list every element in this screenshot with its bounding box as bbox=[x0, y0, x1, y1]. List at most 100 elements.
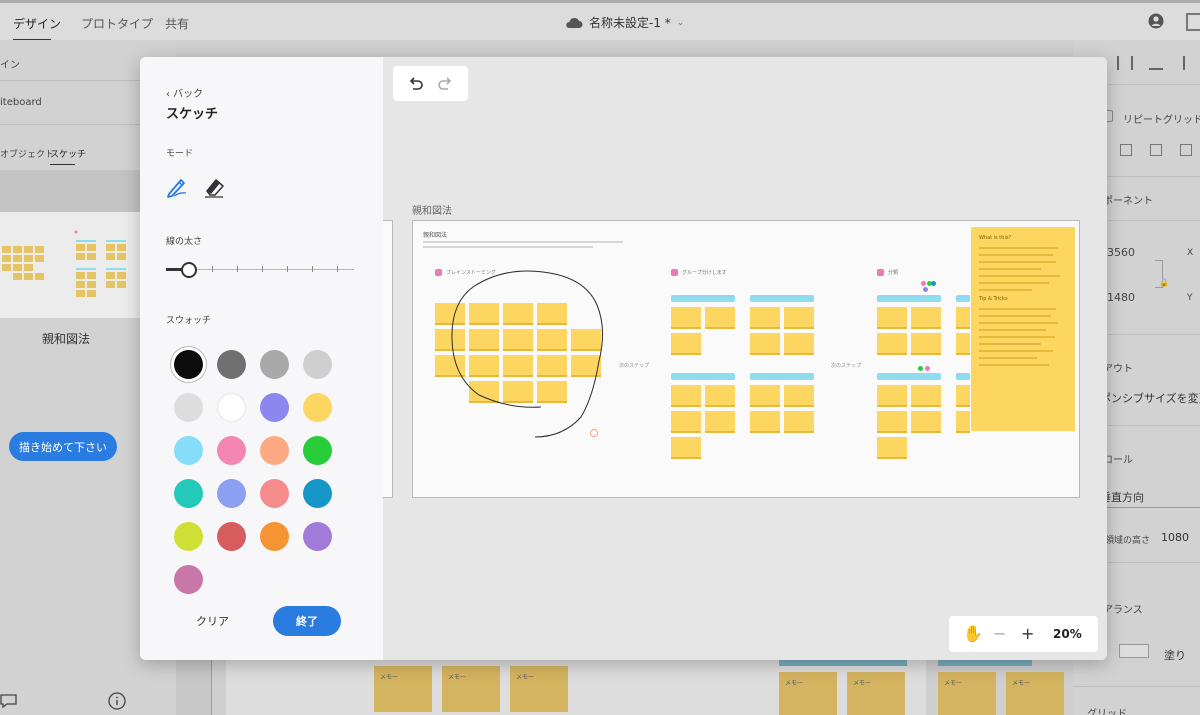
slider-tick bbox=[262, 266, 263, 272]
boolean-subtract-icon[interactable] bbox=[1150, 144, 1162, 156]
y-position-value[interactable]: 1480 bbox=[1107, 291, 1135, 304]
tab-underline bbox=[50, 164, 75, 165]
bg-sticky-note: メモー bbox=[374, 666, 432, 712]
eraser-icon[interactable] bbox=[201, 174, 227, 200]
undo-icon[interactable] bbox=[408, 76, 424, 90]
align-center-icon[interactable] bbox=[1117, 56, 1133, 70]
bg-artboard-edge bbox=[176, 658, 212, 715]
color-swatch[interactable] bbox=[260, 393, 289, 422]
fill-color-swatch[interactable] bbox=[1119, 644, 1149, 658]
zoom-in-icon[interactable]: + bbox=[1021, 624, 1034, 643]
bg-group-bar bbox=[938, 660, 1032, 666]
color-swatch[interactable] bbox=[260, 479, 289, 508]
layout-section-title: アウト bbox=[1103, 364, 1133, 375]
slider-tick bbox=[237, 266, 238, 272]
color-swatch[interactable] bbox=[303, 479, 332, 508]
boolean-intersect-icon[interactable] bbox=[1180, 144, 1192, 156]
viewport-height-value[interactable]: 1080 bbox=[1161, 531, 1189, 544]
color-swatch[interactable] bbox=[217, 393, 246, 422]
tab-prototype[interactable]: プロトタイプ bbox=[81, 15, 153, 32]
color-swatch[interactable] bbox=[174, 393, 203, 422]
appearance-section-title: アランス bbox=[1103, 605, 1143, 616]
done-button[interactable]: 終了 bbox=[273, 606, 341, 636]
x-position-label: X bbox=[1187, 248, 1194, 258]
color-swatch[interactable] bbox=[174, 350, 203, 379]
clear-button[interactable]: クリア bbox=[196, 613, 229, 629]
color-swatch[interactable] bbox=[174, 479, 203, 508]
slider-thumb[interactable] bbox=[181, 262, 197, 278]
bg-sticky-note: メモー bbox=[1006, 672, 1064, 715]
tab-share[interactable]: 共有 bbox=[165, 15, 189, 32]
zoom-controls: ✋ − + 20% bbox=[949, 616, 1098, 652]
artboard-name: 親和図法 bbox=[42, 332, 91, 346]
bg-sticky-note: メモー bbox=[510, 666, 568, 712]
color-swatch[interactable] bbox=[303, 522, 332, 551]
bg-sticky-note: メモー bbox=[779, 672, 837, 715]
responsive-resize-toggle[interactable]: ポンシブサイズを変更 bbox=[1100, 390, 1200, 406]
pen-icon[interactable] bbox=[164, 174, 190, 200]
grid-section-title: グリッド bbox=[1087, 709, 1127, 715]
stroke-width-slider[interactable] bbox=[166, 262, 356, 278]
back-link[interactable]: ‹ バック bbox=[166, 85, 203, 100]
artboard-thumbnail[interactable] bbox=[0, 212, 140, 318]
fill-label: 塗り bbox=[1164, 649, 1186, 662]
panel-title: スケッチ bbox=[166, 107, 219, 122]
user-icon[interactable] bbox=[1148, 13, 1164, 29]
color-swatch[interactable] bbox=[174, 436, 203, 465]
chevron-down-icon: ⌄ bbox=[676, 17, 685, 28]
color-swatch[interactable] bbox=[303, 393, 332, 422]
mode-label: モード bbox=[166, 149, 194, 159]
viewport-height-label: 領域の高さ bbox=[1105, 536, 1151, 546]
redo-icon[interactable] bbox=[437, 76, 453, 90]
document-title[interactable]: 名称未設定-1 * ⌄ bbox=[565, 14, 684, 31]
color-swatch[interactable] bbox=[217, 522, 246, 551]
lock-icon[interactable]: 🔒 bbox=[1159, 278, 1169, 287]
component-section-title: ポーネント bbox=[1103, 196, 1153, 207]
cloud-icon bbox=[566, 17, 583, 28]
sketch-tools-panel: ‹ バック スケッチ モード 線の太さ スウォッチ クリア 終了 bbox=[140, 57, 383, 660]
thumbnail-preview bbox=[2, 230, 126, 297]
sketch-modal: ‹ バック スケッチ モード 線の太さ スウォッチ クリア 終了 親和図法 親和… bbox=[140, 57, 1107, 660]
top-bar: デザイン プロトタイプ 共有 名称未設定-1 * ⌄ bbox=[0, 0, 1200, 41]
panel-toggle-icon[interactable] bbox=[1186, 13, 1200, 31]
stroke-width-label: 線の太さ bbox=[166, 237, 203, 247]
tab-design[interactable]: デザイン bbox=[13, 15, 61, 32]
zoom-level[interactable]: 20% bbox=[1053, 627, 1082, 641]
slider-tick bbox=[337, 266, 338, 272]
color-swatch[interactable] bbox=[174, 522, 203, 551]
comment-icon[interactable] bbox=[0, 692, 18, 710]
align-bottom-icon[interactable] bbox=[1149, 56, 1163, 70]
divider bbox=[1073, 686, 1200, 687]
color-swatch[interactable] bbox=[217, 350, 246, 379]
start-drawing-button[interactable]: 描き始めて下さい bbox=[9, 432, 117, 461]
color-swatch[interactable] bbox=[303, 350, 332, 379]
slider-tick bbox=[312, 266, 313, 272]
bg-sticky-note: メモー bbox=[442, 666, 500, 712]
artboard-label[interactable]: 親和図法 bbox=[412, 202, 452, 217]
info-icon[interactable] bbox=[108, 692, 126, 710]
repeat-grid-button[interactable]: リピートグリッド bbox=[1123, 111, 1200, 126]
color-swatch[interactable] bbox=[260, 350, 289, 379]
color-swatch[interactable] bbox=[217, 479, 246, 508]
color-swatch[interactable] bbox=[260, 522, 289, 551]
color-swatch[interactable] bbox=[217, 436, 246, 465]
align-right-icon[interactable] bbox=[1183, 56, 1195, 70]
history-toolbar bbox=[393, 66, 468, 101]
y-position-label: Y bbox=[1187, 293, 1193, 303]
slider-tick bbox=[212, 266, 213, 272]
bg-sticky-note: メモー bbox=[847, 672, 905, 715]
artboard[interactable]: 親和図法 ブレインストーミング グループ分けします 分類 次のステップ 次のステ… bbox=[412, 220, 1080, 498]
boolean-add-icon[interactable] bbox=[1120, 144, 1132, 156]
swatches-label: スウォッチ bbox=[166, 316, 212, 326]
x-position-value[interactable]: 3560 bbox=[1107, 246, 1135, 259]
hand-tool-icon[interactable]: ✋ bbox=[963, 624, 983, 643]
zoom-out-icon[interactable]: − bbox=[993, 624, 1006, 643]
sketch-canvas[interactable]: 親和図法 親和図法 ブレインストーミング グループ分けします 分類 次のステップ… bbox=[383, 57, 1107, 660]
color-swatch[interactable] bbox=[174, 565, 203, 594]
color-swatch[interactable] bbox=[303, 436, 332, 465]
document-title-text: 名称未設定-1 * bbox=[589, 16, 671, 30]
tab-sketch[interactable]: スケッチ bbox=[50, 147, 86, 160]
color-swatch[interactable] bbox=[260, 436, 289, 465]
neighbor-artboard bbox=[383, 220, 393, 498]
select-underline bbox=[1093, 507, 1200, 508]
